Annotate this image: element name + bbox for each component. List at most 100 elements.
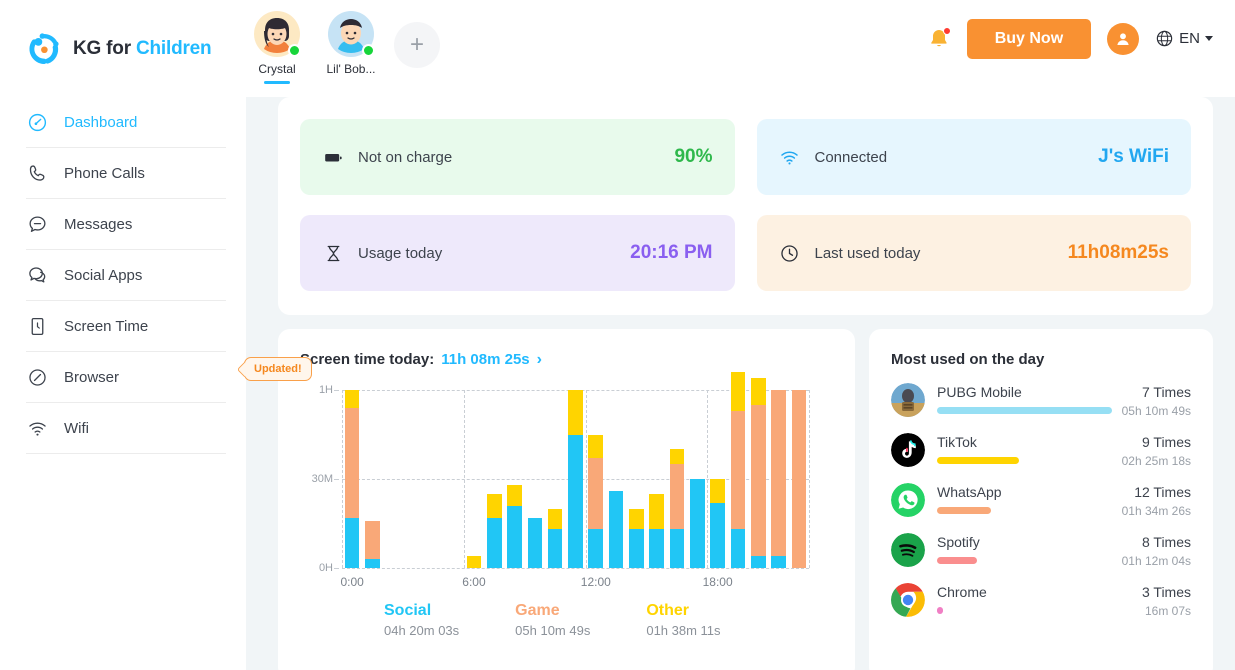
chart-bar <box>649 493 665 568</box>
profile-name: Crystal <box>258 62 296 76</box>
legend-value: 05h 10m 49s <box>515 623 591 638</box>
avatar <box>328 11 375 57</box>
sidebar-item-label: Phone Calls <box>64 164 145 182</box>
chart-bar <box>588 434 604 568</box>
legend-value: 04h 20m 03s <box>384 623 460 638</box>
profile-tab-crystal[interactable]: Crystal <box>246 11 308 84</box>
sidebar-item-browser[interactable]: Browser <box>26 352 226 403</box>
status-card-label: Connected <box>814 148 888 166</box>
app-name: Spotify <box>937 534 980 550</box>
chart-bar <box>771 390 786 568</box>
app-name: PUBG Mobile <box>937 384 1022 400</box>
chart-bar <box>527 517 543 568</box>
app-list-item[interactable]: Chrome 3 Times 16m 07s <box>891 583 1191 618</box>
sidebar-item-label: Social Apps <box>64 266 143 284</box>
sidebar-item-wifi[interactable]: Wifi <box>26 403 226 454</box>
add-profile-button[interactable]: + <box>394 22 440 68</box>
chart-header[interactable]: Screen time today: 11h 08m 25s › <box>300 351 833 368</box>
pubg-icon <box>891 383 925 417</box>
chart-bar-segment-social <box>710 502 725 568</box>
sidebar-item-label: Browser <box>64 368 120 386</box>
chart-bar-segment-social <box>547 529 563 568</box>
chart-bars <box>342 372 809 568</box>
status-dot-online <box>288 44 301 57</box>
chart-total-value: 11h 08m 25s <box>441 351 530 368</box>
legend-label: Social <box>384 602 432 619</box>
language-label: EN <box>1179 30 1200 47</box>
sidebar-item-phone-calls[interactable]: Phone Calls <box>26 148 226 199</box>
chart-bar-segment-game <box>750 404 766 557</box>
app-name: TikTok <box>937 434 977 450</box>
compass-icon <box>26 366 48 388</box>
wifi-icon <box>26 417 48 439</box>
language-selector[interactable]: EN <box>1155 29 1213 48</box>
screen-time-chart-card: Screen time today: 11h 08m 25s › 0H 30M 1H… <box>278 329 855 670</box>
active-indicator <box>264 81 290 84</box>
app-usage-bar <box>937 507 992 514</box>
sidebar-item-label: Wifi <box>64 419 89 437</box>
chevron-right-icon[interactable]: › <box>537 352 542 368</box>
chart-bar-segment-social <box>649 529 665 568</box>
chart-bar <box>486 493 502 568</box>
legend-label: Other <box>646 602 690 619</box>
chart-bar <box>730 372 746 568</box>
chart-bar-segment-other <box>730 372 746 411</box>
status-card-wifi: Connected J's WiFi <box>756 119 1191 195</box>
app-times: 3 Times <box>1141 584 1191 600</box>
profile-tab-lil-bob[interactable]: Lil' Bob... <box>320 11 382 84</box>
chart-bar-segment-social <box>771 556 786 568</box>
app-times: 7 Times <box>1141 384 1191 400</box>
x-axis-tick-label: 0:00 <box>340 575 364 589</box>
app-list-item[interactable]: Spotify 8 Times 01h 12m 04s <box>891 533 1191 568</box>
most-used-apps-card: Most used on the day PUBG Mobile 7 Times 0… <box>869 329 1213 670</box>
x-axis-tick-label: 18:00 <box>702 575 733 589</box>
message-icon <box>26 213 48 235</box>
app-usage-bar <box>937 407 1112 414</box>
updated-badge: Updated! <box>244 357 312 381</box>
status-card-label: Usage today <box>358 244 443 262</box>
header-actions: Buy Now EN <box>927 0 1235 97</box>
buy-now-button[interactable]: Buy Now <box>966 18 1092 59</box>
chart-bar-segment-game <box>344 407 360 518</box>
chart-bar-segment-social <box>750 556 766 568</box>
chart-bar-segment-other <box>547 508 563 530</box>
chart-bar <box>365 520 380 568</box>
avatar <box>254 11 301 57</box>
chart-bar-segment-game <box>791 390 807 568</box>
chart-bar <box>791 390 807 568</box>
account-avatar-button[interactable] <box>1107 22 1140 55</box>
chart-bar-segment-other <box>588 434 604 459</box>
app-usage-bar <box>937 607 943 614</box>
app-duration: 02h 25m 18s <box>1121 454 1191 468</box>
chevron-down-icon <box>1205 36 1213 41</box>
sidebar-item-social-apps[interactable]: Social Apps <box>26 250 226 301</box>
brand-title-plain: KG for <box>73 37 136 59</box>
tiktok-icon <box>891 433 925 467</box>
chart-bar-segment-other <box>750 378 766 405</box>
sidebar-item-messages[interactable]: Messages <box>26 199 226 250</box>
status-card-battery: Not on charge 90% <box>300 119 735 195</box>
sidebar-item-dashboard[interactable]: Dashboard <box>26 97 226 148</box>
dashboard-icon <box>26 111 48 133</box>
active-indicator <box>338 81 364 84</box>
chart-bar-segment-other <box>669 449 685 465</box>
app-list-item[interactable]: TikTok 9 Times 02h 25m 18s <box>891 433 1191 468</box>
chart-bar <box>547 508 563 568</box>
plus-icon: + <box>409 31 424 58</box>
chart-bar-segment-social <box>730 529 746 568</box>
brand-title: KG for Children <box>73 37 212 60</box>
legend-item-other: Other 01h 38m 11s <box>646 602 720 638</box>
phone-icon <box>26 162 48 184</box>
body: Dashboard Phone Calls Messages Social Ap… <box>0 97 1235 670</box>
bell-icon[interactable] <box>927 26 951 51</box>
status-dot-online <box>362 44 375 57</box>
chart-bar-segment-social <box>365 559 380 568</box>
x-axis-tick-label: 12:00 <box>580 575 611 589</box>
chart-bar-segment-other <box>629 508 644 530</box>
sidebar-item-screen-time[interactable]: Screen Time <box>26 301 226 352</box>
hourglass-icon <box>322 243 344 264</box>
app-list-item[interactable]: PUBG Mobile 7 Times 05h 10m 49s <box>891 383 1191 418</box>
y-axis-tick <box>334 479 339 480</box>
chart-bar-segment-social <box>486 517 502 568</box>
app-list-item[interactable]: WhatsApp 12 Times 01h 34m 26s <box>891 483 1191 518</box>
